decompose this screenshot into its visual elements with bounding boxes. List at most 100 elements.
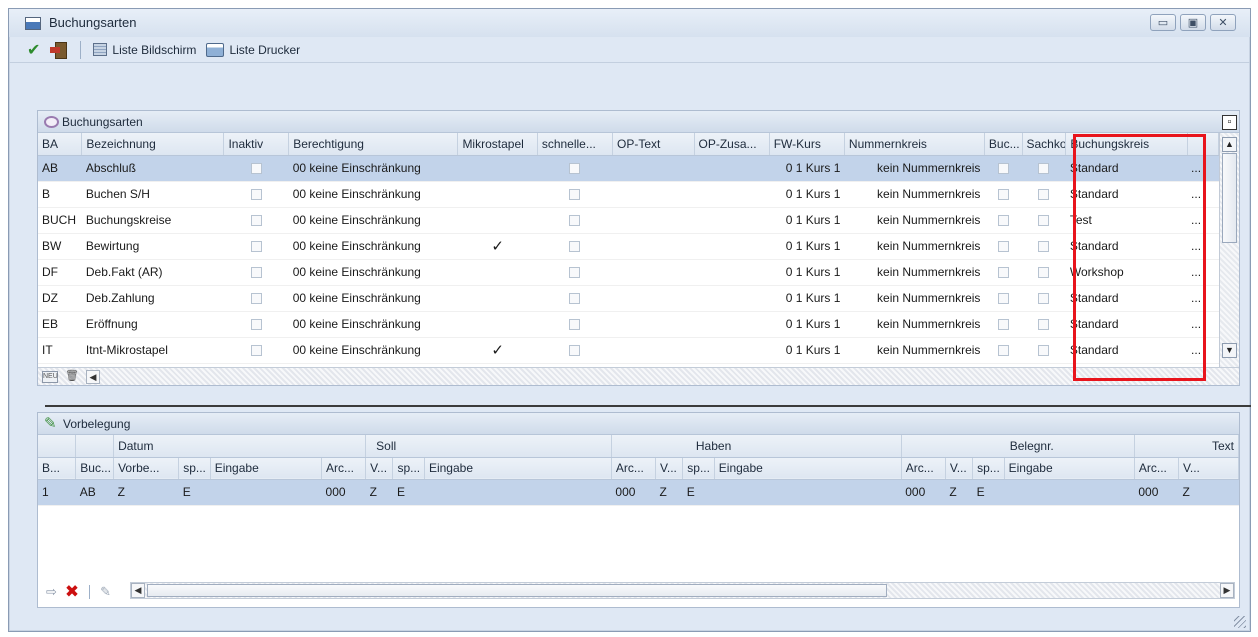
- add-row-icon[interactable]: ⇨: [46, 584, 57, 600]
- buchungskreis-picker-button[interactable]: ...: [1187, 155, 1219, 182]
- col-header[interactable]: V...: [1178, 457, 1240, 480]
- col-header-berechtigung[interactable]: Berechtigung: [288, 133, 459, 156]
- resize-grip-icon[interactable]: [1234, 616, 1246, 628]
- col-header[interactable]: Arc...: [321, 457, 367, 480]
- col-header-buchungskreis[interactable]: Buchungskreis: [1065, 133, 1188, 156]
- printer-list-button[interactable]: Liste Drucker: [204, 40, 302, 60]
- table-row[interactable]: AB Abschluß 00 keine Einschränkung 0 1 Kurs…: [38, 155, 1219, 182]
- buchungsarten-vertical-scrollbar[interactable]: ▫ ▲ ▼: [1219, 115, 1239, 367]
- col-header-inaktiv[interactable]: Inaktiv: [223, 133, 290, 156]
- schnelle-checkbox[interactable]: [537, 285, 613, 312]
- delete-icon[interactable]: ✖: [65, 582, 79, 602]
- checkbox[interactable]: [997, 215, 1009, 227]
- checkbox[interactable]: [569, 189, 581, 201]
- scroll-left-arrow-icon[interactable]: ◀: [86, 369, 100, 384]
- buc-checkbox[interactable]: [984, 259, 1022, 286]
- inaktiv-checkbox[interactable]: [223, 207, 289, 234]
- checkbox[interactable]: [1038, 293, 1050, 305]
- table-row[interactable]: BUCH Buchungskreise 00 keine Einschränkung…: [38, 207, 1219, 234]
- buc-checkbox[interactable]: [984, 285, 1022, 312]
- checkbox[interactable]: [250, 215, 262, 227]
- table-row[interactable]: DF Deb.Fakt (AR) 00 keine Einschränkung 0 1…: [38, 259, 1219, 286]
- col-header-op-text[interactable]: OP-Text: [612, 133, 695, 156]
- checkbox[interactable]: [997, 345, 1009, 357]
- col-header-schnelle[interactable]: schnelle...: [537, 133, 614, 156]
- inaktiv-checkbox[interactable]: [223, 337, 289, 364]
- horizontal-scroll-thumb[interactable]: [147, 584, 887, 597]
- buc-checkbox[interactable]: [984, 233, 1022, 260]
- col-header[interactable]: B...: [38, 457, 77, 480]
- panel-splitter[interactable]: [45, 405, 1251, 407]
- checkbox[interactable]: [1038, 319, 1050, 331]
- inaktiv-checkbox[interactable]: [223, 155, 289, 182]
- table-row[interactable]: BW Bewirtung 00 keine Einschränkung ✓ 0 1 Ku…: [38, 233, 1219, 260]
- col-header[interactable]: Arc...: [1134, 457, 1179, 480]
- buc-checkbox[interactable]: [984, 181, 1022, 208]
- checkbox[interactable]: [569, 293, 581, 305]
- checkbox[interactable]: [569, 241, 581, 253]
- buchungskreis-picker-button[interactable]: ...: [1187, 207, 1219, 234]
- col-header-mikrostapel[interactable]: Mikrostapel: [457, 133, 538, 156]
- checkbox[interactable]: [1038, 241, 1050, 253]
- col-header-buc[interactable]: Buc...: [984, 133, 1023, 156]
- buc-checkbox[interactable]: [984, 337, 1022, 364]
- table-row[interactable]: IT Itnt-Mikrostapel 00 keine Einschränkung…: [38, 337, 1219, 364]
- checkbox[interactable]: [997, 189, 1009, 201]
- inaktiv-checkbox[interactable]: [223, 285, 289, 312]
- sachko-checkbox[interactable]: [1022, 155, 1066, 182]
- col-header[interactable]: Eingabe: [1004, 457, 1135, 480]
- buc-checkbox[interactable]: [984, 155, 1022, 182]
- inaktiv-checkbox[interactable]: [223, 259, 289, 286]
- table-row[interactable]: DZ Deb.Zahlung 00 keine Einschränkung 0 1 K…: [38, 285, 1219, 312]
- col-header[interactable]: sp...: [972, 457, 1005, 480]
- col-header[interactable]: Buc...: [75, 457, 115, 480]
- checkbox[interactable]: [1038, 163, 1050, 175]
- sachko-checkbox[interactable]: [1022, 259, 1066, 286]
- schnelle-checkbox[interactable]: [537, 233, 613, 260]
- checkbox[interactable]: [1038, 215, 1050, 227]
- sachko-checkbox[interactable]: [1022, 311, 1066, 338]
- schnelle-checkbox[interactable]: [537, 311, 613, 338]
- col-header-fw-kurs[interactable]: FW-Kurs: [769, 133, 845, 156]
- col-header[interactable]: V...: [945, 457, 974, 480]
- table-row[interactable]: 1 AB Z E 000 Z E 000 Z E 000 Z E 000 Z: [38, 479, 1239, 506]
- checkbox[interactable]: [250, 163, 262, 175]
- vorbelegung-horizontal-scrollbar[interactable]: ◀ ▶: [130, 582, 1235, 599]
- checkbox[interactable]: [997, 163, 1009, 175]
- col-header[interactable]: sp...: [178, 457, 211, 480]
- screen-list-button[interactable]: Liste Bildschirm: [91, 40, 198, 60]
- buc-checkbox[interactable]: [984, 207, 1022, 234]
- col-header[interactable]: sp...: [682, 457, 715, 480]
- checkbox[interactable]: [997, 241, 1009, 253]
- buc-checkbox[interactable]: [984, 311, 1022, 338]
- checkbox[interactable]: [250, 241, 262, 253]
- scroll-right-arrow-icon[interactable]: ▶: [1220, 583, 1234, 598]
- col-header[interactable]: Eingabe: [714, 457, 902, 480]
- checkbox[interactable]: [569, 215, 581, 227]
- col-header[interactable]: Vorbe...: [113, 457, 180, 480]
- buchungskreis-picker-button[interactable]: ...: [1187, 285, 1219, 312]
- scroll-down-arrow-icon[interactable]: ▼: [1222, 343, 1237, 358]
- checkbox[interactable]: [569, 345, 581, 357]
- buchungskreis-picker-button[interactable]: ...: [1187, 181, 1219, 208]
- schnelle-checkbox[interactable]: [537, 259, 613, 286]
- checkbox[interactable]: [997, 293, 1009, 305]
- col-header[interactable]: V...: [655, 457, 684, 480]
- sachko-checkbox[interactable]: [1022, 233, 1066, 260]
- col-header-op-zusatz[interactable]: OP-Zusa...: [694, 133, 770, 156]
- exit-button[interactable]: [48, 40, 70, 60]
- checkbox[interactable]: [569, 163, 581, 175]
- schnelle-checkbox[interactable]: [537, 181, 613, 208]
- col-header[interactable]: Eingabe: [210, 457, 323, 480]
- checkbox[interactable]: [250, 345, 262, 357]
- schnelle-checkbox[interactable]: [537, 207, 613, 234]
- scroll-left-arrow-icon[interactable]: ◀: [131, 583, 145, 598]
- maximize-button[interactable]: ▣: [1180, 14, 1206, 31]
- sachko-checkbox[interactable]: [1022, 181, 1066, 208]
- col-header[interactable]: Arc...: [901, 457, 946, 480]
- col-header[interactable]: sp...: [392, 457, 425, 480]
- scroll-up-arrow-icon[interactable]: ▲: [1222, 137, 1237, 152]
- sachko-checkbox[interactable]: [1022, 337, 1066, 364]
- table-row[interactable]: B Buchen S/H 00 keine Einschränkung 0 1 Kur…: [38, 181, 1219, 208]
- checkbox[interactable]: [250, 293, 262, 305]
